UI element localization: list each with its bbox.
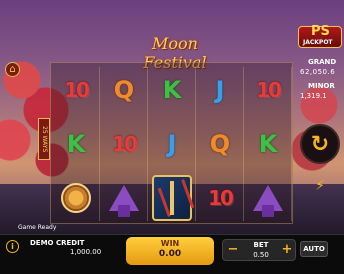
info-icon: i: [11, 242, 14, 251]
credit-label: DEMO CREDIT: [30, 239, 85, 247]
symbol-mooncake: [52, 171, 100, 225]
win-value: 0.00: [158, 249, 182, 259]
symbol-arrows: [148, 171, 196, 225]
paylines-indicator: 25 WAYS: [38, 118, 50, 160]
symbol-hat: [244, 171, 292, 225]
symbol-ten: 10: [256, 78, 282, 102]
bet-control: − BET 0.50 +: [222, 239, 296, 261]
symbol-queen: Q: [209, 130, 231, 158]
info-button[interactable]: i: [6, 240, 19, 253]
turbo-button[interactable]: ⚡: [310, 176, 330, 196]
minor-label: MINOR: [308, 82, 335, 90]
home-icon: ⌂: [9, 64, 16, 75]
win-display: WIN 0.00: [126, 237, 214, 265]
credit-display: DEMO CREDIT 1,000.00: [24, 239, 124, 257]
symbol-ten: 10: [64, 78, 90, 102]
grand-value: 62,050.6: [300, 68, 336, 76]
bet-decrease-button[interactable]: −: [227, 243, 239, 257]
bow-arrows-icon: [152, 175, 192, 221]
symbol-hat: [100, 171, 148, 225]
bet-value: 0.50: [253, 251, 269, 259]
jackpot-logo-ps: PS: [311, 24, 330, 39]
credit-value: 1,000.00: [70, 248, 102, 256]
symbol-jack: J: [167, 130, 177, 158]
straw-hat-icon: [253, 185, 283, 217]
status-text: Game Ready: [18, 224, 57, 231]
win-label: WIN: [160, 239, 180, 248]
symbol-king: K: [258, 130, 278, 158]
mooncake-icon: [61, 183, 91, 213]
bet-label: BET: [253, 241, 269, 249]
jackpot-logo: PS JACKPOT: [298, 24, 342, 48]
symbol-king: K: [162, 76, 182, 104]
home-button[interactable]: ⌂: [5, 62, 20, 77]
symbol-ten: 10: [208, 186, 234, 210]
straw-hat-icon: [109, 185, 139, 217]
spin-arrow-icon: ↻: [310, 131, 330, 157]
spin-button[interactable]: ↻: [300, 124, 340, 164]
grand-label: GRAND: [308, 58, 337, 66]
symbol-king: K: [66, 130, 86, 158]
auto-spin-button[interactable]: AUTO: [300, 241, 328, 257]
control-bar: i DEMO CREDIT 1,000.00 WIN 0.00 − BET 0.…: [0, 234, 344, 274]
bet-increase-button[interactable]: +: [281, 243, 293, 257]
symbol-jack: J: [215, 76, 225, 104]
minor-value: 1,319.1: [300, 92, 327, 100]
jackpot-logo-word: JACKPOT: [303, 39, 333, 46]
reel-grid: 10 K Q 10 K J J Q 10 10 K: [50, 62, 293, 224]
jackpot-panel: PS JACKPOT GRAND 62,050.6 MINOR 1,319.1: [296, 24, 344, 128]
symbol-queen: Q: [113, 76, 135, 104]
symbol-ten: 10: [112, 132, 138, 156]
lightning-icon: ⚡: [315, 178, 325, 194]
